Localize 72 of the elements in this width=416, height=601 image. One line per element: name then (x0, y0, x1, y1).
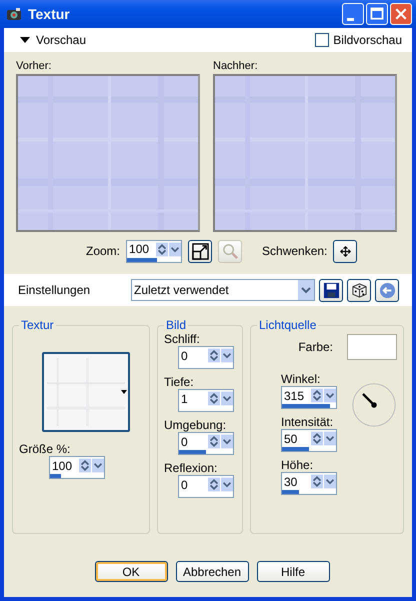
up-down-arrows-icon[interactable] (208, 391, 220, 406)
spin-value: 0 (180, 434, 189, 448)
resize-icon (192, 242, 209, 260)
group-title: Bild (165, 318, 188, 332)
pan-label: Schwenken: (262, 244, 328, 258)
up-down-arrows-icon[interactable] (311, 431, 323, 446)
minimize-button[interactable] (342, 3, 364, 25)
up-down-arrows-icon[interactable] (311, 388, 323, 403)
field-label: Winkel: (281, 372, 322, 386)
dice-icon (350, 282, 368, 298)
texture-swatch[interactable] (42, 352, 130, 432)
field-label: Schliff: (164, 332, 201, 346)
randomize-button[interactable] (347, 278, 371, 302)
window-title: Textur (28, 6, 71, 22)
magnifier-icon (222, 242, 239, 260)
field-label: Intensität: (281, 415, 334, 429)
spin-field[interactable]: 315 (281, 386, 337, 409)
up-down-arrows-icon[interactable] (208, 477, 220, 492)
dialog-button[interactable]: Abbrechen (176, 561, 248, 582)
field-label: Reflexion: (164, 461, 218, 475)
color-label: Farbe: (298, 340, 333, 354)
fit-button[interactable] (188, 240, 212, 262)
up-down-arrows-icon[interactable] (208, 348, 220, 363)
spin-field[interactable]: 100 (49, 456, 105, 479)
spin-value: 100 (51, 458, 74, 472)
reset-button[interactable] (375, 278, 399, 302)
image-preview-checkbox[interactable]: Bildvorschau (315, 33, 402, 47)
maximize-button[interactable] (366, 3, 388, 25)
pan-button[interactable] (333, 240, 358, 262)
save-button[interactable] (319, 278, 343, 302)
preset-dropdown[interactable]: Zuletzt verwendet (131, 279, 315, 301)
up-down-arrows-icon[interactable] (79, 458, 91, 473)
preview-toggle[interactable]: Vorschau (20, 33, 86, 47)
spin-value: 50 (283, 432, 298, 446)
before-label: Vorher: (16, 60, 52, 72)
angle-dial[interactable] (351, 382, 397, 428)
size-label: Größe %: (19, 442, 72, 456)
spin-field[interactable]: 1 (178, 389, 234, 412)
close-button[interactable] (390, 3, 412, 25)
spin-field[interactable]: 30 (281, 472, 337, 495)
group-title: Textur (20, 318, 55, 332)
field-label: Umgebung: (164, 418, 228, 432)
spin-value: 0 (180, 478, 189, 492)
spin-value: 30 (283, 474, 298, 488)
texture-pattern-icon (47, 357, 125, 427)
checkbox[interactable] (315, 33, 330, 47)
spin-value: 100 (128, 242, 150, 256)
color-swatch[interactable] (347, 334, 397, 360)
dialog-button[interactable]: Hilfe (256, 561, 330, 582)
triangle-down-icon (20, 35, 30, 45)
up-down-arrows-icon[interactable] (156, 242, 168, 256)
group-title: Lichtquelle (258, 318, 318, 332)
camera-icon (6, 6, 22, 22)
spin-value: 0 (180, 348, 189, 362)
after-label: Nachher: (213, 60, 259, 72)
checkbox-label: Bildvorschau (333, 33, 402, 47)
spin-value: 1 (180, 392, 189, 406)
up-down-arrows-icon[interactable] (311, 474, 323, 489)
spin-field[interactable]: 100 (126, 240, 182, 262)
settings-label: Einstellungen (18, 283, 92, 297)
spin-field[interactable]: 0 (178, 475, 234, 498)
minimize-icon (346, 18, 354, 20)
spin-value: 315 (283, 388, 306, 402)
zoom-label: Zoom: (86, 244, 120, 258)
up-down-arrows-icon[interactable] (208, 434, 220, 449)
dropdown-arrow-icon (121, 390, 127, 394)
spin-field[interactable]: 50 (281, 429, 337, 452)
spin-field[interactable]: 0 (178, 432, 234, 455)
spin-field[interactable]: 0 (178, 346, 234, 369)
field-label: Tiefe: (164, 375, 195, 389)
dialog-button[interactable]: OK (94, 561, 168, 582)
field-label: Höhe: (281, 458, 314, 472)
